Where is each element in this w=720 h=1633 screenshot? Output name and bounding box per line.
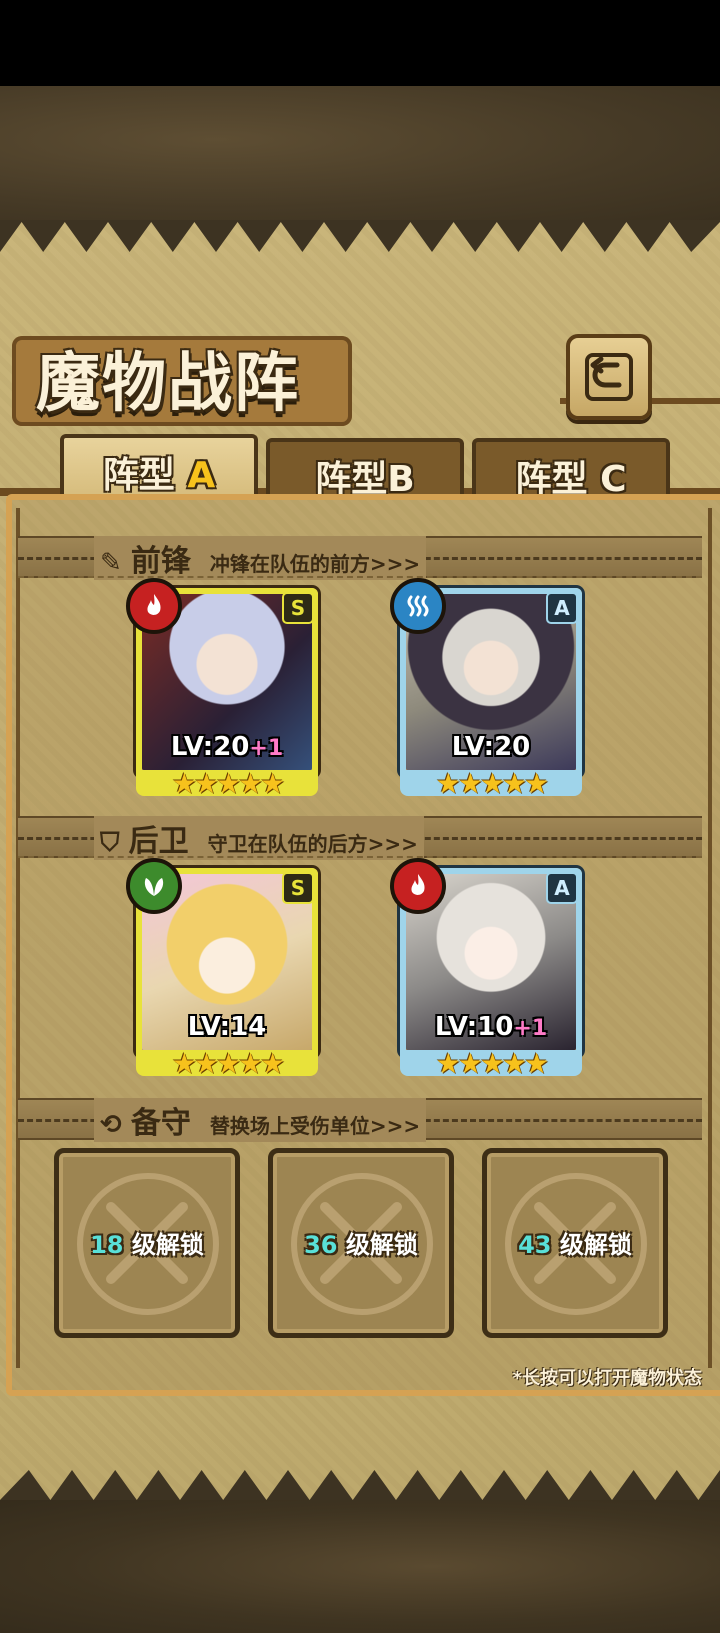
hint-text: *长按可以打开魔物状态 — [512, 1368, 702, 1389]
map-background-top — [0, 86, 720, 220]
unlock-level: 18 — [90, 1231, 124, 1259]
section-title: 前锋 — [130, 544, 191, 579]
rank-badge: A — [546, 592, 578, 624]
water-element-icon — [390, 578, 446, 634]
star-rating: ★★★★★ — [435, 1047, 550, 1080]
unlock-requirement: 36 级解锁 — [273, 1225, 449, 1260]
locked-slot[interactable]: 43 级解锁 — [482, 1148, 668, 1338]
level-text: LV:14 — [187, 1012, 267, 1042]
rank-badge: A — [546, 872, 578, 904]
unit-card[interactable]: S LV:14 ★★★★★ — [126, 858, 318, 1080]
tab-suffix: A — [187, 455, 216, 496]
level-text: LV:10 — [434, 1012, 514, 1042]
status-bar — [0, 0, 720, 86]
section-title: 备守 — [130, 1106, 191, 1141]
level-text: LV:20 — [170, 732, 250, 762]
unlock-level: 43 — [518, 1231, 552, 1259]
unlock-label: 级解锁 — [345, 1231, 418, 1259]
star-rating: ★★★★★ — [435, 767, 550, 800]
unlock-label: 级解锁 — [559, 1231, 632, 1259]
unit-card[interactable]: A LV:20 ★★★★★ — [390, 578, 582, 800]
page-title: 魔物战阵 — [36, 347, 300, 421]
rank-badge: S — [282, 872, 314, 904]
unit-card[interactable]: A LV:10+1 ★★★★★ — [390, 858, 582, 1080]
star-rating: ★★★★★ — [171, 1047, 286, 1080]
section-desc: 冲锋在队伍的前方>>> — [209, 552, 421, 576]
tab-formation-b[interactable]: 阵型B — [266, 438, 464, 500]
sword-icon: ✎ — [100, 548, 122, 578]
unlock-label: 级解锁 — [131, 1231, 204, 1259]
section-header-reserve: ⟲ 备守 替换场上受伤单位>>> — [94, 1098, 427, 1142]
tab-label: 阵型 — [102, 455, 175, 496]
level-bonus: +1 — [249, 736, 284, 761]
locked-slot[interactable]: 36 级解锁 — [268, 1148, 454, 1338]
row-front — [18, 576, 702, 778]
unlock-level: 36 — [304, 1231, 338, 1259]
level-text: LV:20 — [451, 732, 531, 762]
unlock-requirement: 43 级解锁 — [487, 1225, 663, 1260]
unit-card[interactable]: S LV:20+1 ★★★★★ — [126, 578, 318, 800]
unlock-requirement: 18 级解锁 — [59, 1225, 235, 1260]
return-arrow-icon — [585, 353, 633, 401]
shield-icon: ⛉ — [100, 828, 120, 858]
section-desc: 守卫在队伍的后方>>> — [207, 832, 418, 856]
section-header-front: ✎ 前锋 冲锋在队伍的前方>>> — [94, 536, 427, 580]
unit-level: LV:20+1 — [142, 732, 312, 762]
star-rating: ★★★★★ — [171, 767, 286, 800]
unit-level: LV:20 — [406, 732, 576, 762]
locked-slot[interactable]: 18 级解锁 — [54, 1148, 240, 1338]
map-background-bottom — [0, 1500, 720, 1633]
fire-element-icon — [126, 578, 182, 634]
section-title: 后卫 — [128, 824, 189, 859]
back-button[interactable] — [566, 334, 652, 420]
unit-level: LV:14 — [142, 1012, 312, 1042]
tab-formation-a[interactable]: 阵型 A — [60, 434, 258, 498]
swap-icon: ⟲ — [100, 1110, 122, 1140]
row-back — [18, 856, 702, 1058]
level-bonus: +1 — [513, 1016, 548, 1041]
unit-level: LV:10+1 — [406, 1012, 576, 1042]
fire-element-icon — [390, 858, 446, 914]
section-header-back: ⛉ 后卫 守卫在队伍的后方>>> — [94, 816, 424, 860]
tab-formation-c[interactable]: 阵型 C — [472, 438, 670, 500]
section-desc: 替换场上受伤单位>>> — [209, 1114, 421, 1138]
rank-badge: S — [282, 592, 314, 624]
leaf-element-icon — [126, 858, 182, 914]
